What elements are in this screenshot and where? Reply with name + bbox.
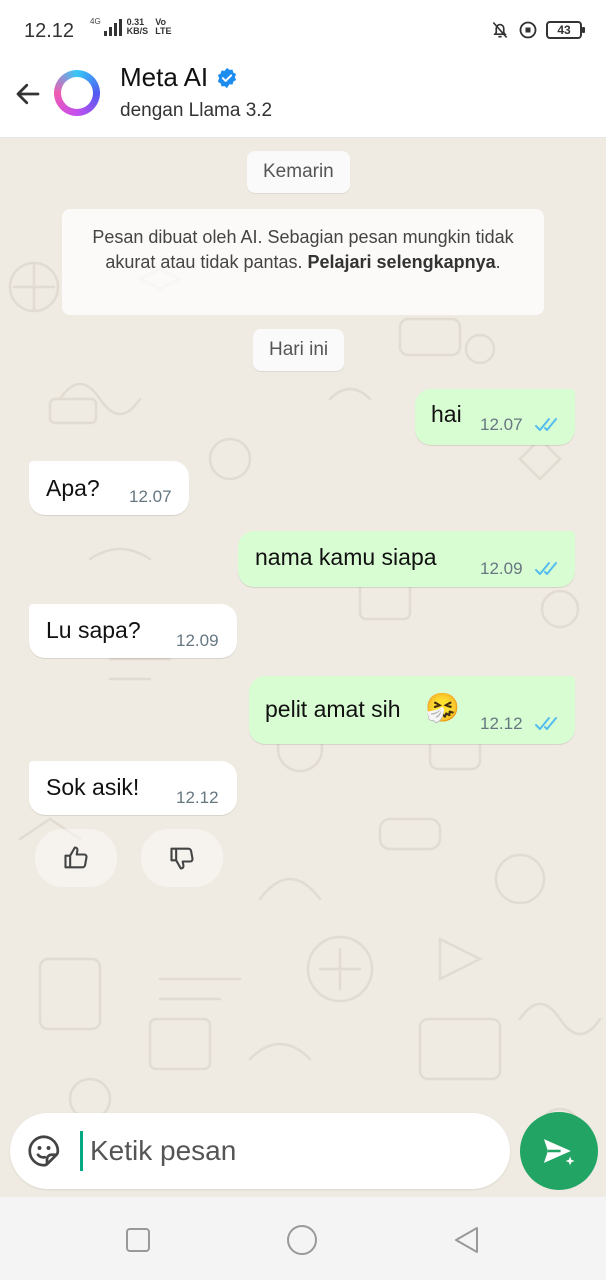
arrow-left-icon <box>16 83 40 105</box>
thumbs-up-icon <box>64 846 88 869</box>
message-input[interactable] <box>90 1129 490 1173</box>
read-ticks-icon <box>535 562 557 575</box>
chat-area[interactable]: Kemarin Pesan dibuat oleh AI. Sebagian p… <box>0 139 606 1197</box>
message-out[interactable]: pelit amat sih 🤧 12.12 <box>249 676 575 744</box>
sneezing-face-emoji: 🤧 <box>425 692 460 723</box>
bell-off-icon <box>492 21 508 39</box>
ai-disclaimer: Pesan dibuat oleh AI. Sebagian pesan mun… <box>62 209 544 315</box>
network-type: 4G <box>90 17 101 26</box>
date-separator-today: Hari ini <box>253 329 345 371</box>
message-composer <box>10 1113 510 1189</box>
contact-title: Meta AI <box>120 62 209 92</box>
signal-icon <box>103 18 122 36</box>
network-speed: 0.31 KB/S <box>127 18 149 36</box>
verified-badge-icon <box>218 67 237 88</box>
message-out[interactable]: nama kamu siapa 12.09 <box>238 531 575 587</box>
recents-button[interactable] <box>121 1223 155 1257</box>
message-text: pelit amat sih <box>265 696 401 722</box>
message-text: nama kamu siapa <box>255 544 437 570</box>
meta-ai-avatar[interactable] <box>54 70 100 116</box>
contact-name[interactable]: Meta AI <box>120 62 238 93</box>
message-text: Sok asik! <box>46 774 140 800</box>
message-out[interactable]: hai 12.07 <box>415 389 575 445</box>
volte-bottom: LTE <box>155 26 172 36</box>
message-text: hai <box>431 401 462 427</box>
message-time: 12.12 <box>176 788 219 807</box>
back-button[interactable] <box>10 76 46 112</box>
message-text: Apa? <box>46 475 100 501</box>
network-indicator: 4G 0.31 KB/S Vo LTE <box>90 18 172 36</box>
message-time: 12.09 <box>176 631 219 650</box>
message-in[interactable]: Lu sapa? 12.09 <box>29 604 237 658</box>
circle-icon <box>287 1225 317 1255</box>
status-bar: 12.12 4G 0.31 KB/S Vo LTE 43 <box>0 0 606 58</box>
learn-more-link[interactable]: Pelajari selengkapnya <box>308 252 496 272</box>
send-ai-icon <box>543 1139 575 1166</box>
thumbs-down-button[interactable] <box>141 829 223 887</box>
message-text: Lu sapa? <box>46 617 141 643</box>
sticker-icon[interactable] <box>26 1133 62 1169</box>
home-button[interactable] <box>285 1223 319 1257</box>
square-icon <box>126 1228 150 1252</box>
contact-subtitle: dengan Llama 3.2 <box>120 100 273 121</box>
thumbs-down-icon <box>170 847 194 870</box>
message-time: 12.07 <box>129 487 172 506</box>
message-in[interactable]: Apa? 12.07 <box>29 461 189 515</box>
back-nav-button[interactable] <box>449 1223 483 1257</box>
status-time: 12.12 <box>24 20 75 42</box>
read-ticks-icon <box>535 418 557 431</box>
message-time: 12.09 <box>480 559 523 578</box>
message-time: 12.12 <box>480 714 523 733</box>
thumbs-up-button[interactable] <box>35 829 117 887</box>
message-in[interactable]: Sok asik! 12.12 <box>29 761 237 815</box>
chat-header: Meta AI dengan Llama 3.2 <box>0 58 606 138</box>
volte-indicator: Vo LTE <box>155 18 171 36</box>
date-separator-yesterday: Kemarin <box>247 151 350 193</box>
triangle-back-icon <box>455 1227 478 1253</box>
text-caret <box>80 1131 83 1171</box>
system-nav-bar <box>0 1197 606 1280</box>
ai-disclaimer-end: . <box>495 252 501 272</box>
battery-icon: 43 <box>546 21 585 39</box>
message-time: 12.07 <box>480 415 523 434</box>
send-button[interactable] <box>520 1112 598 1190</box>
read-ticks-icon <box>535 717 557 730</box>
status-right: 43 <box>490 20 585 40</box>
data-saver-icon <box>519 21 537 39</box>
speed-unit: KB/S <box>126 26 149 36</box>
